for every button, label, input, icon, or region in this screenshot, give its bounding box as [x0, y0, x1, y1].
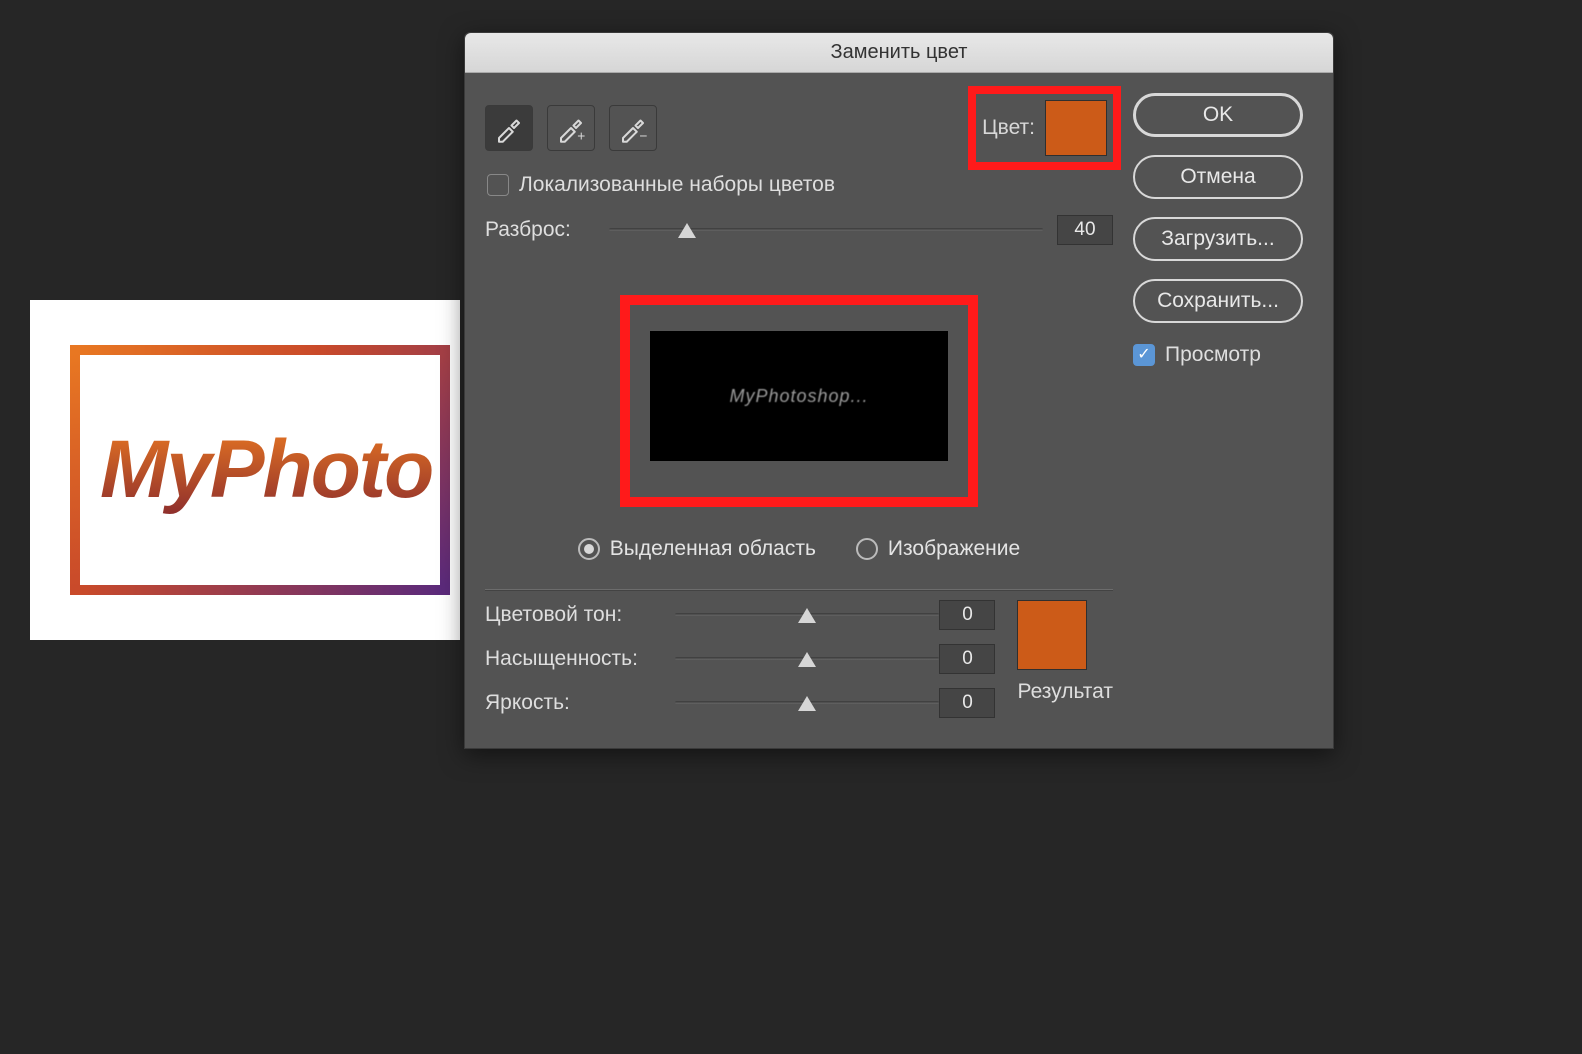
preview-checkbox[interactable]: ✓: [1133, 344, 1155, 366]
hue-slider[interactable]: [675, 605, 939, 625]
selection-preview[interactable]: MyPhotoshop...: [650, 331, 948, 461]
view-mode-image[interactable]: Изображение: [856, 537, 1020, 561]
preview-checkbox-label: Просмотр: [1165, 343, 1261, 367]
saturation-value[interactable]: 0: [939, 644, 995, 674]
source-color-swatch[interactable]: [1045, 100, 1107, 156]
fuzziness-slider[interactable]: [609, 220, 1043, 240]
load-button[interactable]: Загрузить...: [1133, 217, 1303, 261]
localized-clusters-label: Локализованные наборы цветов: [519, 173, 835, 197]
localized-clusters-checkbox[interactable]: [487, 174, 509, 196]
saturation-label: Насыщенность:: [485, 647, 675, 671]
preview-mask-text: MyPhotoshop...: [729, 386, 868, 407]
eyedropper-subtract-tool[interactable]: −: [609, 105, 657, 151]
radio-icon: [578, 538, 600, 560]
hue-label: Цветовой тон:: [485, 603, 675, 627]
source-color-block: Цвет:: [976, 94, 1113, 162]
eyedropper-tool[interactable]: [485, 105, 533, 151]
hue-value[interactable]: 0: [939, 600, 995, 630]
logo-text: MyPhoto: [100, 423, 432, 517]
svg-text:−: −: [639, 129, 647, 144]
saturation-slider[interactable]: [675, 649, 939, 669]
lightness-value[interactable]: 0: [939, 688, 995, 718]
lightness-label: Яркость:: [485, 691, 675, 715]
cancel-button[interactable]: Отмена: [1133, 155, 1303, 199]
canvas-document: MyPhoto: [30, 300, 460, 640]
radio-icon: [856, 538, 878, 560]
view-mode-image-label: Изображение: [888, 537, 1020, 561]
view-mode-selection-label: Выделенная область: [610, 537, 816, 561]
logo-frame: MyPhoto: [70, 345, 450, 595]
selection-preview-highlight: MyPhotoshop...: [630, 305, 968, 497]
fuzziness-value[interactable]: 40: [1057, 215, 1113, 245]
result-color-swatch[interactable]: [1017, 600, 1087, 670]
lightness-slider[interactable]: [675, 693, 939, 713]
replace-color-dialog: Заменить цвет +: [464, 32, 1334, 749]
source-color-label: Цвет:: [982, 116, 1035, 140]
fuzziness-label: Разброс:: [485, 218, 595, 242]
save-button[interactable]: Сохранить...: [1133, 279, 1303, 323]
dialog-title: Заменить цвет: [465, 33, 1333, 73]
divider: [485, 589, 1113, 590]
eyedropper-subtract-icon: −: [618, 113, 648, 143]
view-mode-selection[interactable]: Выделенная область: [578, 537, 816, 561]
ok-button[interactable]: OK: [1133, 93, 1303, 137]
svg-text:+: +: [577, 129, 585, 144]
result-label: Результат: [1017, 680, 1113, 704]
eyedropper-add-icon: +: [556, 113, 586, 143]
eyedropper-icon: [494, 113, 524, 143]
eyedropper-add-tool[interactable]: +: [547, 105, 595, 151]
